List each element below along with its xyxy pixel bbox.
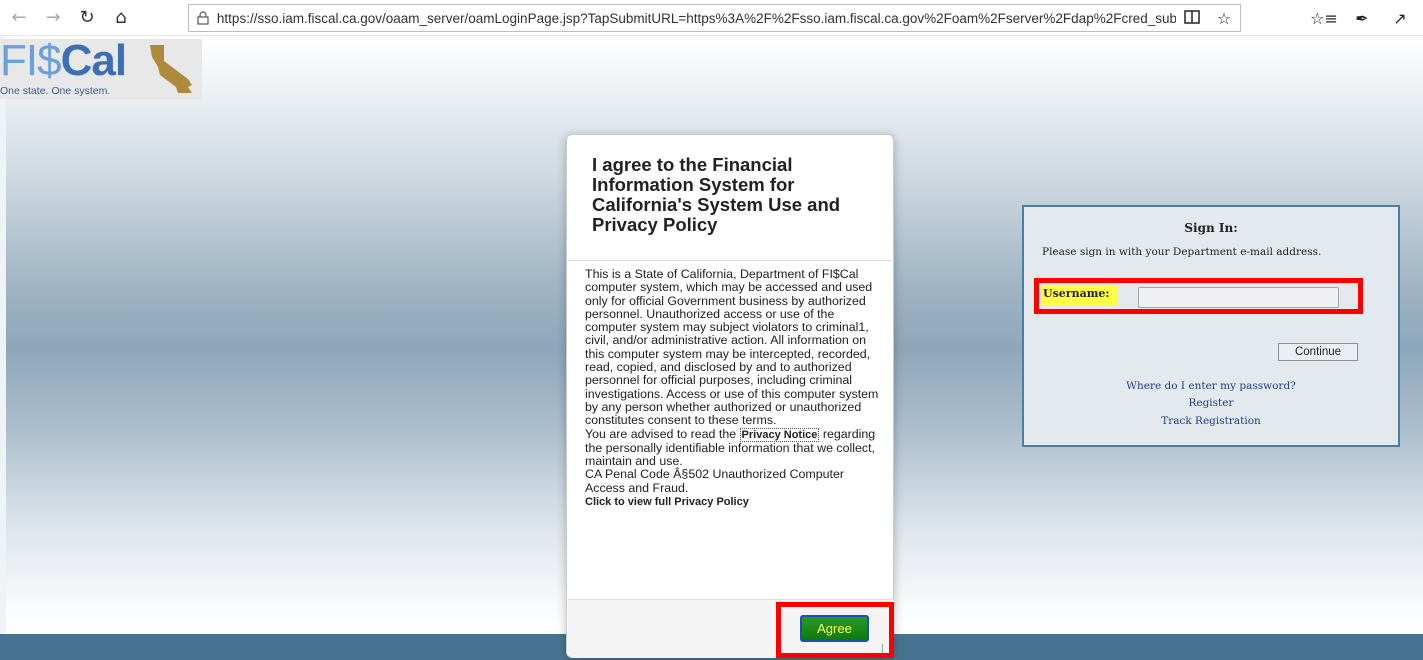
pen-icon[interactable]: ✒ — [1343, 9, 1381, 28]
back-icon[interactable]: ← — [2, 0, 36, 36]
logo-tagline: One state. One system. — [0, 85, 111, 97]
advised-prefix: You are advised to read the — [585, 426, 740, 441]
lock-icon — [189, 11, 217, 25]
logo-cal: Cal — [60, 36, 127, 85]
username-label: Username: — [1042, 286, 1118, 305]
sign-in-panel: Sign In: Please sign in with your Depart… — [1022, 205, 1400, 447]
dialog-body: This is a State of California, Departmen… — [585, 267, 885, 509]
dialog-title: I agree to the Financial Information Sys… — [592, 154, 841, 235]
privacy-policy-dialog: I agree to the Financial Information Sys… — [566, 134, 894, 658]
browser-tools: ☆≡ ✒ ↗ — [1305, 0, 1419, 36]
reading-view-icon[interactable] — [1176, 9, 1208, 28]
penal-code-text: CA Penal Code Â§502 Unauthorized Compute… — [585, 467, 844, 495]
track-registration-link[interactable]: Track Registration — [1024, 415, 1398, 427]
logo-fi: FI — [0, 36, 38, 85]
favorite-star-icon[interactable]: ☆ — [1208, 9, 1240, 28]
sign-in-title: Sign In: — [1184, 221, 1238, 235]
dialog-divider — [568, 260, 894, 261]
refresh-icon[interactable]: ↻ — [70, 0, 104, 36]
password-help-link[interactable]: Where do I enter my password? — [1024, 380, 1398, 392]
left-edge — [0, 37, 6, 660]
agree-button[interactable]: Agree — [800, 615, 869, 642]
california-state-icon — [150, 45, 192, 93]
sign-in-instruction: Please sign in with your Department e-ma… — [1042, 246, 1322, 258]
full-privacy-policy-link[interactable]: Click to view full Privacy Policy — [585, 496, 885, 509]
share-icon[interactable]: ↗ — [1381, 9, 1419, 28]
resize-grip-icon[interactable]: ∣ — [880, 645, 888, 654]
forward-icon[interactable]: → — [36, 0, 70, 36]
address-bar[interactable]: https://sso.iam.fiscal.ca.gov/oaam_serve… — [188, 4, 1241, 32]
url-text[interactable]: https://sso.iam.fiscal.ca.gov/oaam_serve… — [217, 11, 1176, 26]
favorites-list-icon[interactable]: ☆≡ — [1305, 9, 1343, 28]
home-icon[interactable]: ⌂ — [104, 0, 138, 36]
continue-button[interactable]: Continue — [1278, 343, 1358, 361]
username-input[interactable] — [1138, 287, 1339, 308]
register-link[interactable]: Register — [1024, 397, 1398, 409]
logo-wordmark: FI $ Cal — [0, 36, 127, 85]
privacy-notice-link[interactable]: Privacy Notice — [739, 427, 820, 442]
fiscal-logo: FI $ Cal One state. One system. — [0, 39, 202, 99]
browser-toolbar: ← → ↻ ⌂ https://sso.iam.fiscal.ca.gov/oa… — [0, 0, 1423, 36]
policy-text: This is a State of California, Departmen… — [585, 267, 879, 428]
logo-dollar: $ — [37, 36, 62, 85]
